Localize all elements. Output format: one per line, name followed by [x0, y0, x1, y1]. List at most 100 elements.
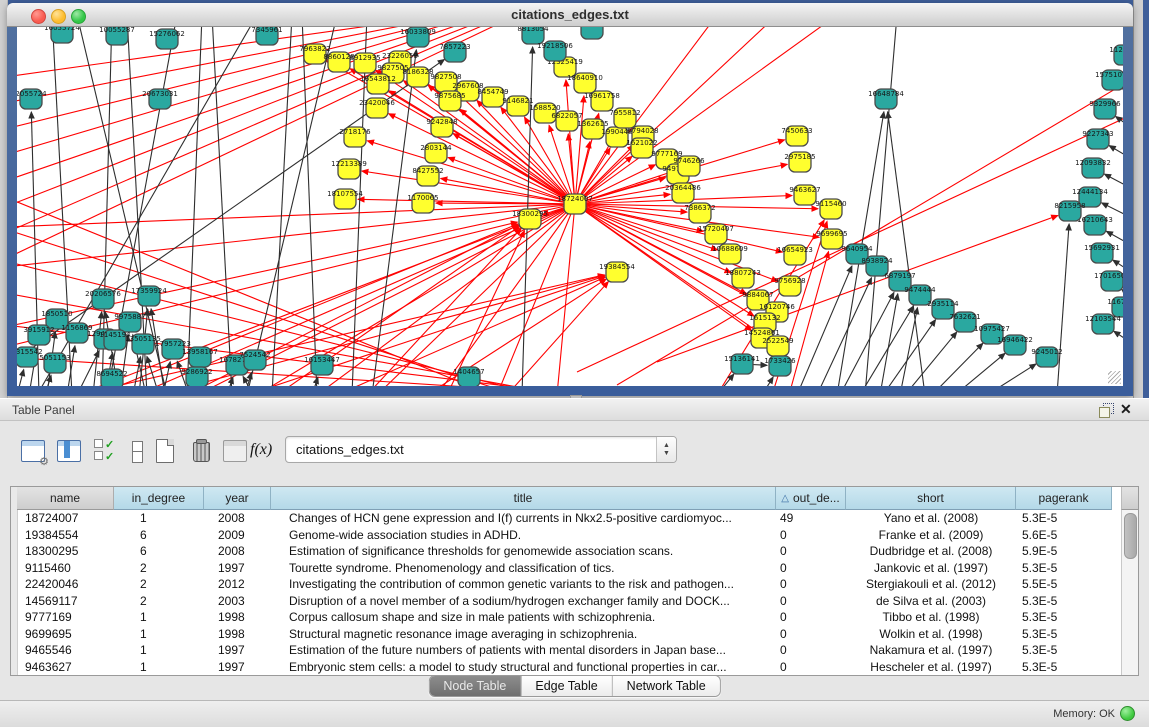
- table-cell[interactable]: Estimation of the future numbers of pati…: [271, 642, 776, 659]
- table-cell[interactable]: 1: [114, 642, 204, 659]
- show-columns-icon[interactable]: [56, 438, 83, 465]
- table-cell[interactable]: 2008: [204, 510, 271, 527]
- table-cell[interactable]: 5.3E-5: [1016, 593, 1112, 610]
- table-row[interactable]: 946554611997Estimation of the future num…: [17, 642, 1112, 659]
- network-node-12213389[interactable]: 12213389: [331, 159, 367, 179]
- network-node-18107554[interactable]: 18107554: [327, 189, 363, 209]
- table-select-dropdown[interactable]: citations_edges.txt ▲▼: [285, 436, 677, 463]
- table-cell[interactable]: 1998: [204, 609, 271, 626]
- table-row[interactable]: 911546021997Tourette syndrome. Phenomeno…: [17, 560, 1112, 577]
- table-cell[interactable]: Investigating the contribution of common…: [271, 576, 776, 593]
- network-graph[interactable]: 1872400779638228860128891293523226058982…: [17, 27, 1123, 386]
- table-cell[interactable]: Tibbo et al. (1998): [846, 609, 1016, 626]
- network-node-9245012[interactable]: 9245012: [1031, 347, 1062, 367]
- network-node-9746266[interactable]: 9746266: [673, 156, 705, 176]
- column-header-title[interactable]: title: [271, 487, 776, 510]
- table-cell[interactable]: 0: [776, 527, 846, 544]
- close-panel-icon[interactable]: ✕: [1120, 401, 1132, 418]
- table-cell[interactable]: 6: [114, 527, 204, 544]
- table-cell[interactable]: 6: [114, 543, 204, 560]
- network-node-19384554[interactable]: 19384554: [599, 262, 635, 282]
- resize-grip-icon[interactable]: [1108, 371, 1121, 384]
- table-row[interactable]: 1872400712008Changes of HCN gene express…: [17, 510, 1112, 527]
- table-cell[interactable]: 5.5E-5: [1016, 576, 1112, 593]
- tab-edge-table[interactable]: Edge Table: [521, 676, 612, 696]
- table-cell[interactable]: Nakamura et al. (1997): [846, 642, 1016, 659]
- table-cell[interactable]: Corpus callosum shape and size in male p…: [271, 609, 776, 626]
- table-cell[interactable]: 9115460: [17, 560, 114, 577]
- table-settings-icon[interactable]: ⚙: [20, 438, 47, 465]
- function-builder-icon[interactable]: f(x): [250, 438, 277, 465]
- network-node-7955812[interactable]: 7955812: [609, 108, 640, 128]
- table-row[interactable]: 1830029562008Estimation of significance …: [17, 543, 1112, 560]
- float-panel-icon[interactable]: [1099, 403, 1114, 417]
- tab-network-table[interactable]: Network Table: [613, 676, 720, 696]
- network-node-8694522[interactable]: 8694522: [96, 369, 127, 386]
- table-cell[interactable]: 5.3E-5: [1016, 659, 1112, 676]
- column-header-outde[interactable]: △out_de...: [776, 487, 846, 510]
- network-canvas[interactable]: 1872400779638228860128891293523226058982…: [17, 27, 1123, 386]
- network-node-2055724[interactable]: 2055724: [17, 89, 47, 109]
- table-cell[interactable]: 18300295: [17, 543, 114, 560]
- table-cell[interactable]: 2012: [204, 576, 271, 593]
- network-node-2975185[interactable]: 2975185: [784, 152, 815, 172]
- network-node-2522549[interactable]: 2522549: [762, 336, 793, 356]
- table-cell[interactable]: Jankovic et al. (1997): [846, 560, 1016, 577]
- network-node-17016504[interactable]: 17016504: [1094, 271, 1123, 291]
- table-cell[interactable]: Stergiakouli et al. (2012): [846, 576, 1016, 593]
- network-node-7524542[interactable]: 7524542: [239, 350, 270, 370]
- table-cell[interactable]: 1997: [204, 659, 271, 676]
- network-node-9286922[interactable]: 9286922: [181, 367, 212, 386]
- network-node-8427552[interactable]: 8427552: [412, 166, 443, 186]
- table-cell[interactable]: Changes of HCN gene expression and I(f) …: [271, 510, 776, 527]
- network-node-3915912[interactable]: 3915912: [23, 325, 54, 345]
- table-cell[interactable]: 0: [776, 543, 846, 560]
- network-node-1733426[interactable]: 1733426: [764, 356, 796, 376]
- network-node-9227343[interactable]: 9227343: [1082, 129, 1113, 149]
- network-node-9329966[interactable]: 9329966: [1089, 99, 1121, 119]
- table-cell[interactable]: 5.3E-5: [1016, 560, 1112, 577]
- table-cell[interactable]: 2003: [204, 593, 271, 610]
- table-cell[interactable]: 9463627: [17, 659, 114, 676]
- table-cell[interactable]: Franke et al. (2009): [846, 527, 1016, 544]
- table-cell[interactable]: 1998: [204, 626, 271, 643]
- table-cell[interactable]: 0: [776, 626, 846, 643]
- table-cell[interactable]: 2: [114, 560, 204, 577]
- table-cell[interactable]: Genome-wide association studies in ADHD.: [271, 527, 776, 544]
- column-header-indegree[interactable]: in_degree: [114, 487, 204, 510]
- scrollbar-thumb[interactable]: [1124, 513, 1137, 559]
- network-node-16055724[interactable]: 16055724: [44, 27, 80, 43]
- table-cell[interactable]: 0: [776, 642, 846, 659]
- column-header-year[interactable]: year: [204, 487, 271, 510]
- table-cell[interactable]: 49: [776, 510, 846, 527]
- network-node-20206576[interactable]: 20206576: [85, 289, 121, 309]
- column-header-short[interactable]: short: [846, 487, 1016, 510]
- table-cell[interactable]: 5.3E-5: [1016, 609, 1112, 626]
- table-cell[interactable]: 19384554: [17, 527, 114, 544]
- table-cell[interactable]: 5.3E-5: [1016, 510, 1112, 527]
- table-row[interactable]: 977716911998Corpus callosum shape and si…: [17, 609, 1112, 626]
- table-cell[interactable]: 5.3E-5: [1016, 642, 1112, 659]
- network-node-2803144[interactable]: 2803144: [420, 143, 452, 163]
- table-row[interactable]: 1456911722003Disruption of a novel membe…: [17, 593, 1112, 610]
- table-cell[interactable]: Disruption of a novel member of a sodium…: [271, 593, 776, 610]
- network-node-5051153[interactable]: 5051153: [39, 353, 70, 373]
- network-node-18640910[interactable]: 18640910: [567, 73, 603, 93]
- network-node-8912935[interactable]: 8912935: [349, 53, 380, 73]
- tab-node-table[interactable]: Node Table: [429, 676, 521, 696]
- table-cell[interactable]: Wolkin et al. (1998): [846, 626, 1016, 643]
- table-row[interactable]: 2242004622012Investigating the contribut…: [17, 576, 1112, 593]
- table-cell[interactable]: 18724007: [17, 510, 114, 527]
- table-cell[interactable]: 1997: [204, 642, 271, 659]
- table-cell[interactable]: 1: [114, 609, 204, 626]
- network-node-9756928[interactable]: 9756928: [774, 276, 805, 296]
- network-node-9181307[interactable]: 9181307: [576, 27, 607, 39]
- column-header-pagerank[interactable]: pagerank: [1016, 487, 1112, 510]
- table-row[interactable]: 1938455462009Genome-wide association stu…: [17, 527, 1112, 544]
- table-cell[interactable]: 2: [114, 576, 204, 593]
- window-titlebar[interactable]: citations_edges.txt: [7, 3, 1133, 27]
- table-cell[interactable]: 0: [776, 593, 846, 610]
- table-row[interactable]: 969969511998Structural magnetic resonanc…: [17, 626, 1112, 643]
- vertical-scrollbar[interactable]: [1121, 510, 1138, 675]
- table-cell[interactable]: Embryonic stem cells: a model to study s…: [271, 659, 776, 676]
